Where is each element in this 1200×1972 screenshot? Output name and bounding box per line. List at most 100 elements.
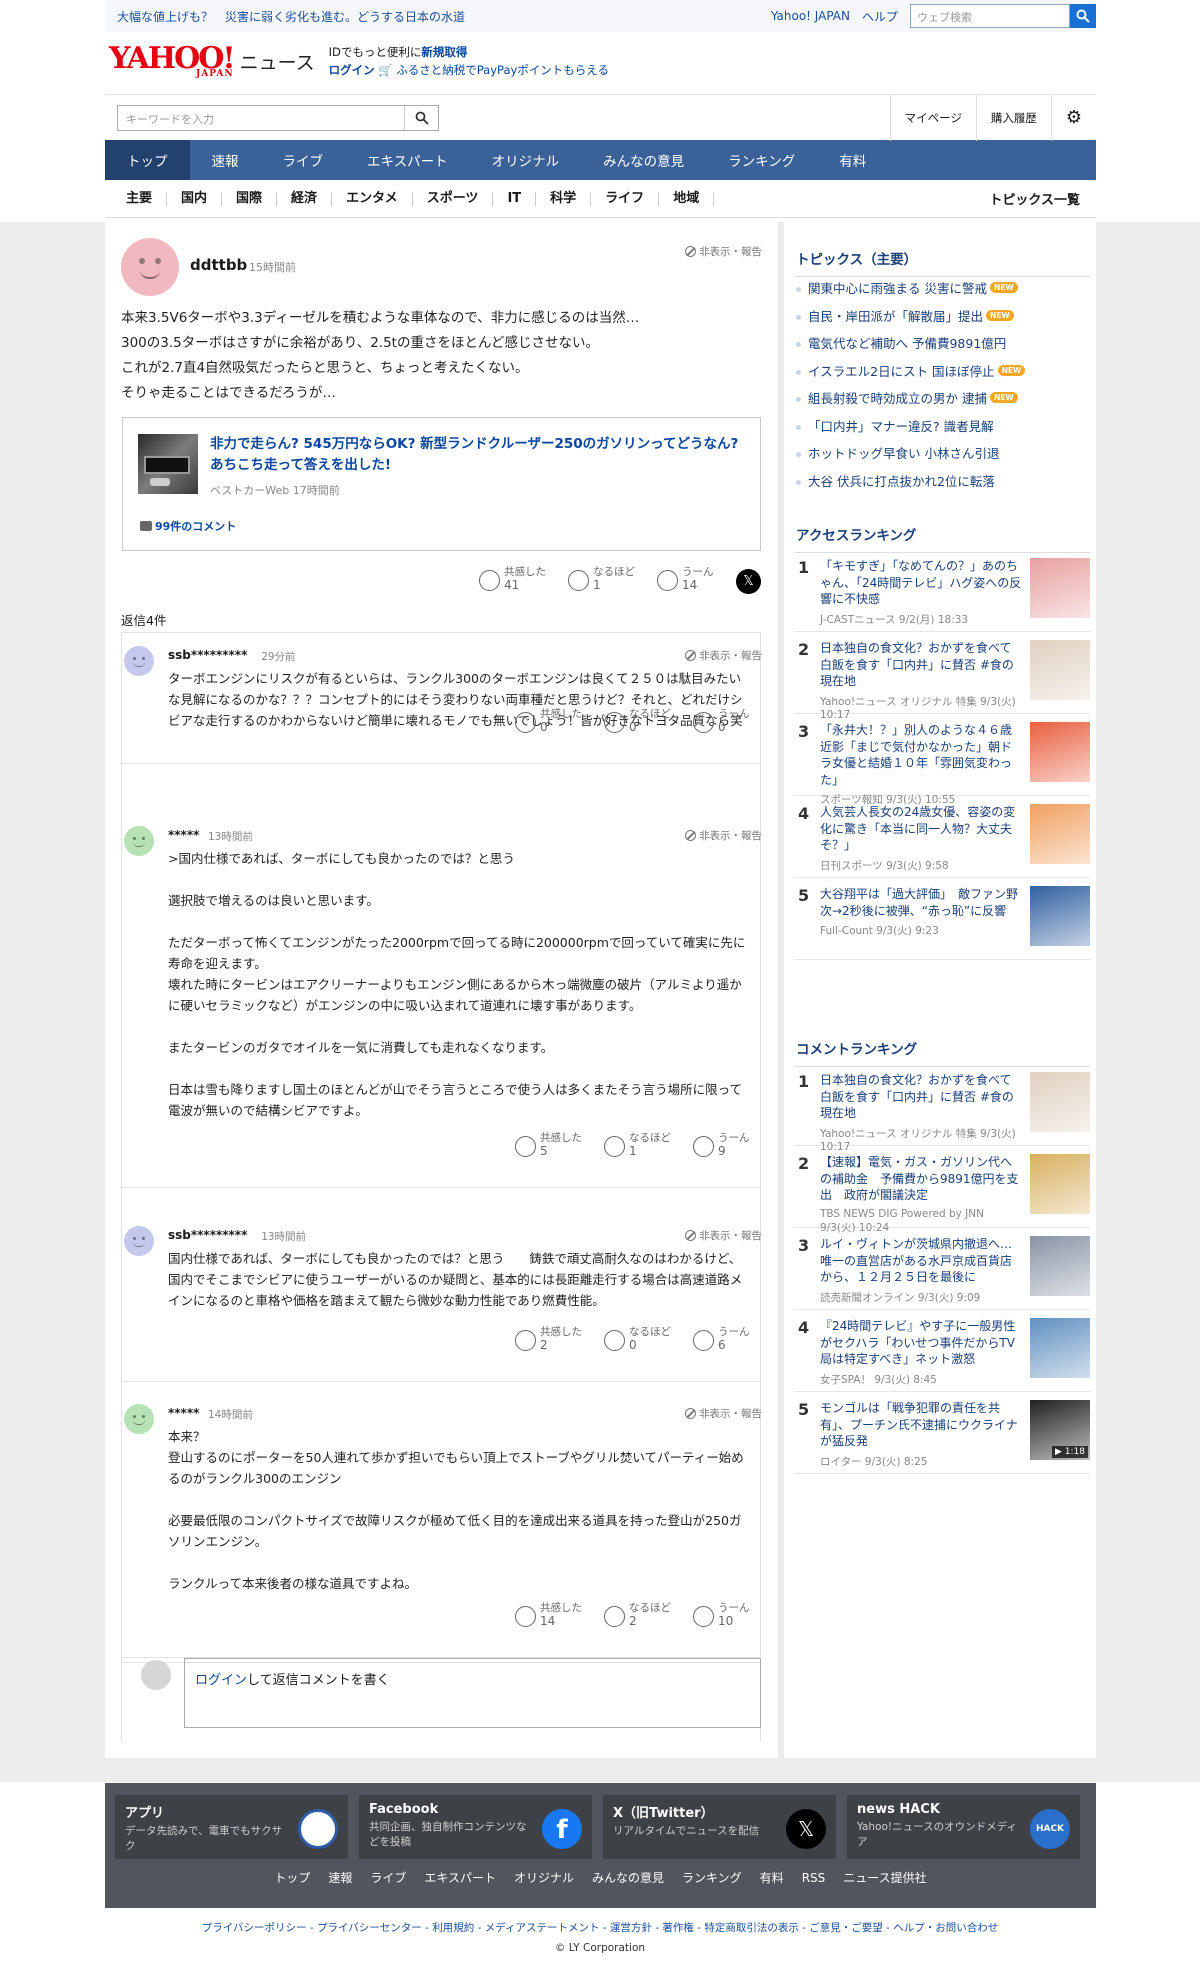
reaction-hmm[interactable]: うーん 6 bbox=[693, 1326, 750, 1352]
footer-nav-link[interactable]: 有料 bbox=[760, 1871, 784, 1885]
reaction-agree[interactable]: 共感した 2 bbox=[515, 1326, 582, 1352]
tab-live[interactable]: ライブ bbox=[261, 140, 346, 180]
subnav-life[interactable]: ライフ bbox=[591, 191, 660, 206]
ranking-item[interactable]: 5 モンゴルは「戦争犯罪の責任を共有」、プーチン氏不逮捕にウクライナが猛反発 ロイタ… bbox=[794, 1392, 1090, 1474]
legal-links[interactable]: プライバシーポリシー - プライバシーセンター - 利用規約 - メディアステー… bbox=[0, 1920, 1200, 1935]
subnav-domestic[interactable]: 国内 bbox=[167, 191, 223, 206]
keyword-search-button[interactable] bbox=[404, 105, 438, 130]
footer-nav-link[interactable]: RSS bbox=[802, 1871, 826, 1885]
rank-title[interactable]: モンゴルは「戦争犯罪の責任を共有」、プーチン氏不逮捕にウクライナが猛反発 bbox=[820, 1400, 1022, 1450]
post-username[interactable]: ddttbb bbox=[190, 256, 247, 274]
ranking-item[interactable]: 1 「キモすぎ」「なめてんの？」あのちゃん、「24時間テレビ」ハグ姿への反響に不快… bbox=[794, 550, 1090, 632]
topic-item[interactable]: 電気代など補助へ 予備費9891億円 bbox=[794, 329, 1090, 357]
rank-title[interactable]: 日本独自の食文化？おかずを食べて白飯を食す「口内井」に賛否 #食の現在地 bbox=[820, 640, 1022, 690]
ranking-item[interactable]: 3 ルイ・ヴィトンが茨城県内撤退へ…唯一の直営店がある水戸京成百貨店から、１２月２… bbox=[794, 1228, 1090, 1310]
topic-item[interactable]: 大谷 伏兵に打点抜かれ2位に転落 bbox=[794, 467, 1090, 495]
x-share-icon[interactable]: 𝕏 bbox=[736, 569, 761, 594]
reaction-insightful[interactable]: なるほど 0 bbox=[604, 1326, 671, 1352]
article-title[interactable]: 非力で走らん? 545万円ならOK? 新型ランドクルーザー250のガソリンってど… bbox=[210, 434, 750, 476]
reaction-insightful[interactable]: なるほど 1 bbox=[568, 566, 635, 592]
topics-list-link[interactable]: トピックス一覧 bbox=[989, 189, 1080, 208]
reaction-agree[interactable]: 共感した 41 bbox=[479, 566, 546, 592]
reaction-hmm[interactable]: うーん 9 bbox=[693, 1132, 750, 1158]
article-card[interactable]: 非力で走らん? 545万円ならOK? 新型ランドクルーザー250のガソリンってど… bbox=[122, 417, 761, 551]
ranking-item[interactable]: 4 『24時間テレビ』やす子に一般男性がセクハラ「わいせつ事件だからTV局は特定す… bbox=[794, 1310, 1090, 1392]
register-link[interactable]: 新規取得 bbox=[421, 45, 467, 59]
reaction-agree[interactable]: 共感した 0 bbox=[515, 708, 582, 734]
report-link[interactable]: 非表示・報告 bbox=[685, 1406, 762, 1421]
settings-button[interactable]: ⚙ bbox=[1050, 94, 1096, 141]
subnav-main[interactable]: 主要 bbox=[105, 191, 168, 206]
topic-item[interactable]: ホットドッグ早食い 小林さん引退 bbox=[794, 439, 1090, 467]
rank-title[interactable]: 『24時間テレビ』やす子に一般男性がセクハラ「わいせつ事件だからTV局は特定すべ… bbox=[820, 1318, 1022, 1368]
login-link[interactable]: ログイン bbox=[329, 63, 375, 77]
mypage-link[interactable]: マイページ bbox=[889, 94, 976, 141]
report-link[interactable]: 非表示・報告 bbox=[685, 648, 762, 663]
rank-title[interactable]: 「永井大！？」別人のような４６歳近影「まじで気付かなかった」朝ドラ女優と結婚１０… bbox=[820, 722, 1022, 788]
subnav-local[interactable]: 地域 bbox=[659, 191, 715, 206]
rank-title[interactable]: ルイ・ヴィトンが茨城県内撤退へ…唯一の直営店がある水戸京成百貨店から、１２月２５… bbox=[820, 1236, 1022, 1286]
reply-username[interactable]: ***** bbox=[168, 828, 199, 842]
subnav-entertainment[interactable]: エンタメ bbox=[332, 191, 413, 206]
ranking-item[interactable]: 4 人気芸人長女の24歳女優、容姿の変化に驚き「本当に同一人物？大丈夫そ？」 日刊ス… bbox=[794, 796, 1090, 878]
tab-expert[interactable]: エキスパート bbox=[345, 140, 470, 180]
furusato-link[interactable]: ふるさと納税でPayPayポイントもらえる bbox=[396, 63, 609, 77]
reaction-agree[interactable]: 共感した 5 bbox=[515, 1132, 582, 1158]
footer-nav-link[interactable]: 速報 bbox=[328, 1871, 352, 1885]
tab-breaking[interactable]: 速報 bbox=[190, 140, 261, 180]
footer-nav-link[interactable]: ニュース提供社 bbox=[843, 1871, 926, 1885]
ranking-item[interactable]: 3 「永井大！？」別人のような４６歳近影「まじで気付かなかった」朝ドラ女優と結婚１… bbox=[794, 714, 1090, 806]
ranking-item[interactable]: 2 日本独自の食文化？おかずを食べて白飯を食す「口内井」に賛否 #食の現在地 Yah… bbox=[794, 632, 1090, 721]
subnav-it[interactable]: IT bbox=[493, 191, 537, 206]
help-link[interactable]: ヘルプ bbox=[862, 8, 898, 25]
rank-title[interactable]: 大谷翔平は「過大評価」 敵ファン野次→2秒後に被弾、“赤っ恥”に反響 bbox=[820, 886, 1022, 919]
reply-username[interactable]: ssb********* bbox=[168, 1228, 247, 1242]
footer-nav-link[interactable]: ランキング bbox=[682, 1871, 742, 1885]
footer-nav-link[interactable]: エキスパート bbox=[424, 1871, 496, 1885]
topic-item[interactable]: 組長射殺で時効成立の男か 逮捕 NEW bbox=[794, 384, 1090, 412]
promo-link[interactable]: 大幅な値上げも？ 災害に弱く劣化も進む。どうする日本の水道 bbox=[117, 8, 477, 25]
topic-item[interactable]: イスラエル2日にスト 国ほぼ停止 NEW bbox=[794, 357, 1090, 385]
news-logo-text[interactable]: ニュース bbox=[240, 48, 315, 75]
tab-paid[interactable]: 有料 bbox=[817, 140, 888, 180]
ranking-item[interactable]: 2 【速報】電気・ガス・ガソリン代への補助金 予備費から9891億円を支出 政府が… bbox=[794, 1146, 1090, 1234]
footer-newshack[interactable]: news HACK Yahoo!ニュースのオウンドメディア HACK bbox=[847, 1795, 1080, 1859]
reaction-hmm[interactable]: うーん 0 bbox=[693, 708, 750, 734]
footer-nav-link[interactable]: トップ bbox=[274, 1871, 310, 1885]
yahoo-logo[interactable]: YAHOO! JAPAN bbox=[109, 43, 236, 79]
comments-link[interactable]: 99件のコメント bbox=[140, 518, 236, 534]
footer-x[interactable]: X（旧Twitter） リアルタイムでニュースを配信 𝕏 bbox=[603, 1795, 836, 1859]
tab-ranking[interactable]: ランキング bbox=[706, 140, 817, 180]
report-link[interactable]: 非表示・報告 bbox=[685, 828, 762, 843]
subnav-science[interactable]: 科学 bbox=[536, 191, 592, 206]
subnav-economy[interactable]: 経済 bbox=[277, 191, 333, 206]
yahoo-japan-link[interactable]: Yahoo! JAPAN bbox=[771, 9, 850, 23]
topic-item[interactable]: 関東中心に雨強まる 災害に警戒 NEW bbox=[794, 274, 1090, 302]
reply-input[interactable]: ログインして返信コメントを書く bbox=[184, 1658, 761, 1728]
topic-item[interactable]: 自民・岸田派が「解散届」提出 NEW bbox=[794, 302, 1090, 330]
footer-app[interactable]: アプリ データ先読みで、電車でもサクサク bbox=[115, 1795, 348, 1859]
rank-title[interactable]: 日本独自の食文化？おかずを食べて白飯を食す「口内井」に賛否 #食の現在地 bbox=[820, 1072, 1022, 1122]
report-link[interactable]: 非表示・報告 bbox=[685, 244, 762, 259]
reply-username[interactable]: ssb********* bbox=[168, 648, 247, 662]
ranking-item[interactable]: 1 日本独自の食文化？おかずを食べて白飯を食す「口内井」に賛否 #食の現在地 Yah… bbox=[794, 1064, 1090, 1153]
reply-username[interactable]: ***** bbox=[168, 1406, 199, 1420]
web-search-input[interactable]: ウェブ検索 bbox=[910, 4, 1070, 28]
reaction-agree[interactable]: 共感した 14 bbox=[515, 1602, 582, 1628]
keyword-input[interactable]: キーワードを入力 bbox=[117, 104, 439, 131]
purchase-history-link[interactable]: 購入履歴 bbox=[975, 94, 1051, 141]
footer-nav-link[interactable]: みんなの意見 bbox=[592, 1871, 664, 1885]
reaction-insightful[interactable]: なるほど 0 bbox=[604, 708, 671, 734]
reaction-insightful[interactable]: なるほど 1 bbox=[604, 1132, 671, 1158]
tab-original[interactable]: オリジナル bbox=[470, 140, 582, 180]
web-search-button[interactable] bbox=[1070, 4, 1096, 28]
rank-title[interactable]: 人気芸人長女の24歳女優、容姿の変化に驚き「本当に同一人物？大丈夫そ？」 bbox=[820, 804, 1022, 854]
ranking-item[interactable]: 5 大谷翔平は「過大評価」 敵ファン野次→2秒後に被弾、“赤っ恥”に反響 Full-… bbox=[794, 878, 1090, 960]
tab-opinion[interactable]: みんなの意見 bbox=[581, 140, 706, 180]
tab-top[interactable]: トップ bbox=[105, 140, 190, 180]
reaction-insightful[interactable]: なるほど 2 bbox=[604, 1602, 671, 1628]
subnav-world[interactable]: 国際 bbox=[222, 191, 278, 206]
reply-login-link[interactable]: ログイン bbox=[195, 1673, 247, 1688]
footer-facebook[interactable]: Facebook 共同企画、独自制作コンテンツなどを投稿 f bbox=[359, 1795, 592, 1859]
rank-title[interactable]: 【速報】電気・ガス・ガソリン代への補助金 予備費から9891億円を支出 政府が閣… bbox=[820, 1154, 1022, 1204]
